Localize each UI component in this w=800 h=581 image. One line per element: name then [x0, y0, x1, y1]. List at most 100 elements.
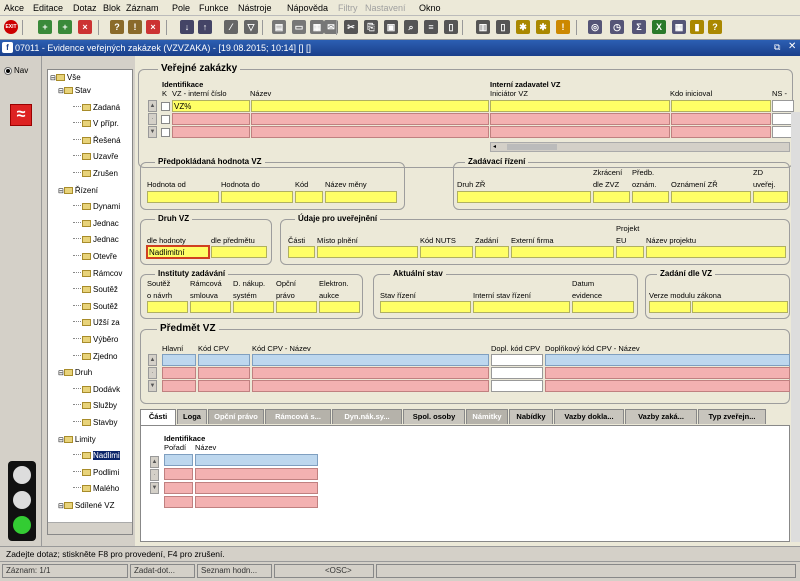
- vz-interni-cislo-input[interactable]: [172, 113, 250, 125]
- tree-node-item[interactable]: Řešená: [73, 135, 121, 146]
- tree-node-item[interactable]: Otevře: [73, 251, 117, 262]
- vz-interni-cislo-input[interactable]: VZ%: [172, 100, 250, 112]
- kod-cpv-nazev-input[interactable]: [252, 354, 489, 366]
- externi-firma-input[interactable]: [511, 246, 614, 258]
- druh-zr-input[interactable]: [457, 191, 591, 203]
- menu-filtry[interactable]: Filtry: [338, 3, 358, 13]
- export-icon[interactable]: ▦: [310, 20, 324, 34]
- kdo-inicioval-input[interactable]: [671, 126, 771, 138]
- horizontal-scrollbar[interactable]: ◂: [490, 142, 790, 152]
- oznameni-zr-input[interactable]: [671, 191, 751, 203]
- row-scroll-up[interactable]: ▲: [148, 100, 157, 112]
- clock-icon[interactable]: ◷: [610, 20, 624, 34]
- menu-napoveda[interactable]: Nápověda: [287, 3, 328, 13]
- menu-pole[interactable]: Pole: [172, 3, 190, 13]
- tree-node-root[interactable]: ⊟ Vše: [50, 72, 81, 83]
- tree-node-group[interactable]: ⊟ Řízení: [58, 185, 98, 196]
- tree-node-item[interactable]: Uzavře: [73, 151, 118, 162]
- tab-9[interactable]: Vazby zaká...: [625, 409, 697, 424]
- kod-cpv-input[interactable]: [198, 367, 250, 379]
- nazev-input[interactable]: [251, 113, 489, 125]
- row-scroll-down[interactable]: ▼: [148, 126, 157, 138]
- menu-nastroje[interactable]: Nástroje: [238, 3, 272, 13]
- tree-node-item[interactable]: Zjedno: [73, 351, 117, 362]
- copy-icon[interactable]: ⎘: [364, 20, 378, 34]
- row-scroll[interactable]: ·: [148, 367, 157, 379]
- delete-record-icon[interactable]: ×: [78, 20, 92, 34]
- tab-0[interactable]: Části: [140, 409, 176, 425]
- menu-zaznam[interactable]: Záznam: [126, 3, 159, 13]
- tree-node-group[interactable]: ⊟ Stav: [58, 85, 91, 96]
- tree-node-item[interactable]: Služby: [73, 400, 117, 411]
- dopl-kod-input[interactable]: [491, 354, 543, 366]
- tree-node-item[interactable]: Rámcov: [73, 268, 122, 279]
- new-record-icon[interactable]: +: [38, 20, 52, 34]
- tree-node-item[interactable]: Dynami: [73, 201, 120, 212]
- verze-modulu-nazev-input[interactable]: [692, 301, 788, 313]
- tree-node-item[interactable]: Podlimi: [73, 467, 119, 478]
- zkraceni-input[interactable]: [593, 191, 630, 203]
- calendar-icon[interactable]: ▥: [476, 20, 490, 34]
- row-checkbox[interactable]: [161, 115, 170, 124]
- casti-nazev-input[interactable]: [195, 496, 318, 508]
- poradi-input[interactable]: [164, 482, 193, 494]
- query-cancel-icon[interactable]: ×: [146, 20, 160, 34]
- wand-icon[interactable]: ⁄: [224, 20, 238, 34]
- zd-uverej-input[interactable]: [753, 191, 788, 203]
- help-icon[interactable]: ?: [708, 20, 722, 34]
- excel-icon[interactable]: X: [652, 20, 666, 34]
- casti-nazev-input[interactable]: [195, 482, 318, 494]
- dopl-nazev-input[interactable]: [545, 367, 790, 379]
- druh-predmetu-input[interactable]: [211, 246, 267, 258]
- poradi-input[interactable]: [164, 496, 193, 508]
- row-scroll-up[interactable]: ▲: [148, 354, 157, 366]
- elektron-aukce-input[interactable]: [319, 301, 360, 313]
- dopl-nazev-input[interactable]: [545, 354, 790, 366]
- nav-radio[interactable]: [4, 67, 12, 75]
- chat-icon[interactable]: ◎: [588, 20, 602, 34]
- tab-10[interactable]: Typ zveřejn...: [698, 409, 766, 424]
- sum-icon[interactable]: Σ: [632, 20, 646, 34]
- zadani-input[interactable]: [475, 246, 509, 258]
- row-checkbox[interactable]: [161, 102, 170, 111]
- tree-node-item[interactable]: Stavby: [73, 417, 117, 428]
- warning-icon[interactable]: !: [556, 20, 570, 34]
- hlavni-input[interactable]: [162, 380, 196, 392]
- dopl-kod-input[interactable]: [491, 367, 543, 379]
- tree-node-item[interactable]: Nadlimi: [73, 450, 120, 461]
- iniciator-input[interactable]: [490, 113, 670, 125]
- druh-hodnoty-input[interactable]: Nadlimitní: [146, 245, 210, 259]
- star-icon[interactable]: ✱: [536, 20, 550, 34]
- hlavni-input[interactable]: [162, 367, 196, 379]
- tree-node-item[interactable]: Užší za: [73, 317, 120, 328]
- document-icon[interactable]: ▯: [496, 20, 510, 34]
- tab-3[interactable]: Rámcová s...: [265, 409, 331, 424]
- menu-dotaz[interactable]: Dotaz: [73, 3, 97, 13]
- tree-node-item[interactable]: Zrušen: [73, 168, 118, 179]
- tree-node-item[interactable]: Výběro: [73, 334, 118, 345]
- calculator-icon[interactable]: ▦: [672, 20, 686, 34]
- dopl-kod-input[interactable]: [491, 380, 543, 392]
- kdo-inicioval-input[interactable]: [671, 100, 771, 112]
- tree-node-item[interactable]: Dodávk: [73, 384, 120, 395]
- kod-cpv-nazev-input[interactable]: [252, 367, 489, 379]
- exit-icon[interactable]: EXIT: [4, 20, 18, 34]
- tab-4[interactable]: Dyn.nák.sy...: [332, 409, 402, 424]
- vertical-scrollbar[interactable]: [791, 112, 800, 542]
- menu-nastaveni[interactable]: Nastavení: [365, 3, 406, 13]
- nazev-input[interactable]: [251, 100, 489, 112]
- tree-node-item[interactable]: Jednac: [73, 234, 119, 245]
- tree-node-group[interactable]: ⊟ Druh: [58, 367, 92, 378]
- paste-icon[interactable]: ▣: [384, 20, 398, 34]
- casti-input[interactable]: [288, 246, 315, 258]
- tab-1[interactable]: Loga: [177, 409, 207, 424]
- cut-icon[interactable]: ✂: [344, 20, 358, 34]
- tree-node-item[interactable]: Soutěž: [73, 284, 118, 295]
- tree-node-item[interactable]: Jednac: [73, 218, 119, 229]
- help-book-icon[interactable]: ▮: [690, 20, 704, 34]
- close-icon[interactable]: ✕: [788, 41, 796, 52]
- menu-funkce[interactable]: Funkce: [199, 3, 229, 13]
- kod-nuts-input[interactable]: [420, 246, 473, 258]
- kod-meny-input[interactable]: [295, 191, 323, 203]
- tree-node-item[interactable]: Malého: [73, 483, 119, 494]
